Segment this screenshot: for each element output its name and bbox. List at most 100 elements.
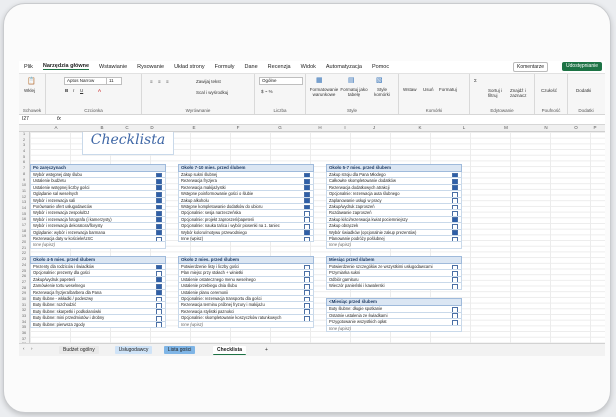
checklist-item-label: Przygotowanie wszystkich opłat <box>329 319 387 325</box>
conditional-format-icon[interactable]: ▦ <box>316 77 323 85</box>
column-header-K[interactable]: K <box>398 125 442 131</box>
column-header-I[interactable]: I <box>340 125 350 131</box>
column-header-M[interactable]: M <box>486 125 526 131</box>
sensitivity-button[interactable]: Czułość <box>541 88 557 93</box>
checklist-item-label: Plan miejsc przy stołach + winietki <box>181 270 243 276</box>
checklist-item-label: Buty ślubne: skarpetki i podkolanówki <box>33 308 102 314</box>
menu-plik[interactable]: Plik <box>24 64 33 70</box>
sum-icon[interactable]: Σ <box>474 78 477 83</box>
cell-styles-button[interactable]: Style komórki <box>369 87 395 97</box>
currency-icon[interactable]: $ ~ % <box>261 89 273 94</box>
checklist-title: Checklista <box>82 132 174 155</box>
tab-scroll-right-icon[interactable]: › <box>31 346 33 351</box>
other-item-note[interactable]: Inne (wpisz) <box>326 242 462 249</box>
checklist-item-label: Opcjonalnie: sesja narzeczeńska <box>181 210 241 216</box>
other-item-note[interactable]: Inne (wpisz) <box>30 242 166 249</box>
delete-button[interactable]: Usuń <box>423 87 434 92</box>
checklist-section: Miesiąc przed ślubem Potwierdzenie szczeg… <box>326 256 462 290</box>
paste-icon[interactable]: 📋 <box>27 78 36 86</box>
column-header-L[interactable]: L <box>442 125 486 131</box>
checklist-item-label: Wybór świadków (opcjonalnie zakup prezen… <box>329 229 417 235</box>
column-header-J[interactable]: J <box>350 125 398 131</box>
addins-label: Dodatki <box>578 108 594 113</box>
column-header-O[interactable]: O <box>566 125 586 131</box>
section-header: Po zaręczynach <box>30 164 166 172</box>
checklist-section: Po zaręczynach Wybór wstępnej daty ślubu U… <box>30 164 166 249</box>
row-numbers: 1 2 3 4 5 6 7 8 9 10 11 12 13 14 15 16 17 18 19 20 21 22 23 24 2… <box>19 132 30 343</box>
column-header-G[interactable]: G <box>260 125 300 131</box>
sheet-tab[interactable]: Budżet ogólny <box>59 346 99 354</box>
italic-icon[interactable]: I <box>73 88 74 93</box>
checklist-item-label: Opcjonalnie: prezenty dla gości <box>33 270 90 276</box>
checklist-item-label: Opcjonalnie: rezerwacja transportu dla g… <box>181 295 262 301</box>
font-color-icon[interactable]: A <box>98 88 101 93</box>
tab-scroll-left-icon[interactable]: ‹ <box>23 346 25 351</box>
menu-wstawianie[interactable]: Wstawianie <box>99 64 127 70</box>
worksheet-grid[interactable]: Checklista Po zaręczynach Wybór wstępnej … <box>30 132 605 343</box>
checklist-item-label: Ustalenie budżetu <box>33 178 66 184</box>
addins-button[interactable]: Dodatki <box>576 88 591 93</box>
bold-icon[interactable]: B <box>65 88 68 93</box>
checklist-item-label: Wybór i rezerwacja fotografa (i kamerzys… <box>33 216 112 222</box>
checkbox[interactable] <box>304 236 310 242</box>
format-table-icon[interactable]: ▤ <box>348 77 355 85</box>
column-header-D[interactable]: D <box>132 125 172 131</box>
font-size-select[interactable]: 11 <box>106 77 122 85</box>
column-header-H[interactable]: H <box>300 125 340 131</box>
column-header-E[interactable]: E <box>172 125 216 131</box>
menu-rysowanie[interactable]: Rysowanie <box>137 64 164 70</box>
wrap-text-button[interactable]: Zawijaj tekst <box>196 79 221 84</box>
sort-filter-button[interactable]: Sortuj i filtruj <box>488 88 508 98</box>
share-button[interactable]: Udostępnianie <box>562 62 602 71</box>
paste-label: Wklej <box>24 88 35 93</box>
column-header-P[interactable]: P <box>586 125 604 131</box>
column-header-F[interactable]: F <box>216 125 260 131</box>
checkbox[interactable] <box>156 322 162 327</box>
column-header-C[interactable]: C <box>122 125 132 131</box>
insert-button[interactable]: Wstaw <box>403 87 417 92</box>
sheet-tab[interactable]: Lista gości <box>163 346 196 354</box>
checkbox[interactable] <box>452 283 458 289</box>
number-format-select[interactable]: Ogólne <box>259 77 303 85</box>
tablet-frame: Plik Narzędzia główne Wstawianie Rysowanie U… <box>3 3 611 413</box>
checklist-item-label: Rezerwacja dodatkowych atrakcji <box>329 184 390 190</box>
menu-widok[interactable]: Widok <box>301 64 316 70</box>
fx-icon[interactable]: fx <box>57 115 61 124</box>
conditional-format-button[interactable]: Formatowanie warunkowe <box>308 87 340 97</box>
name-box[interactable]: I27 <box>22 115 29 124</box>
find-select-button[interactable]: Znajdź i zaznacz <box>510 88 532 98</box>
checklist-item-label: Buty ślubne - wkładki / podeszwy <box>33 295 94 301</box>
section-header: <Miesiąc przed ślubem <box>326 298 462 307</box>
sheet-tabs: ‹ › Budżet ogólny Usługodawcy Lista gości C… <box>19 343 605 356</box>
format-button[interactable]: Formatuj <box>439 87 457 92</box>
column-header-A[interactable]: A <box>30 125 82 131</box>
menu-recenzja[interactable]: Recenzja <box>268 64 291 70</box>
align-bottom-icon[interactable]: ≡ <box>166 79 169 84</box>
align-top-icon[interactable]: ≡ <box>150 79 153 84</box>
menu-dane[interactable]: Dane <box>245 64 258 70</box>
menu-formuły[interactable]: Formuły <box>215 64 235 70</box>
other-item-note[interactable]: Inne (wpisz) <box>178 321 314 328</box>
comments-button[interactable]: Komentarze <box>513 62 548 72</box>
add-sheet-button[interactable]: + <box>261 346 272 354</box>
align-middle-icon[interactable]: ≡ <box>158 79 161 84</box>
menu-pomoc[interactable]: Pomoc <box>372 64 389 70</box>
menu-układ-strony[interactable]: Układ strony <box>174 64 205 70</box>
checklist-item-label: Całkowite skompletowanie dodatków <box>329 178 396 184</box>
font-name-select[interactable]: Aptos Narrow <box>64 77 108 85</box>
cell-styles-icon[interactable]: ▧ <box>376 77 383 85</box>
format-table-button[interactable]: Formatuj jako tabelę <box>340 87 368 97</box>
formula-input[interactable] <box>69 116 601 123</box>
merge-center-button[interactable]: Scal i wyśrodkuj <box>196 90 228 95</box>
checklist-item-label: Odbiór garnituru <box>329 276 359 282</box>
column-header-B[interactable]: B <box>82 125 122 131</box>
column-header-N[interactable]: N <box>526 125 566 131</box>
sheet-tab[interactable]: Checklista <box>213 346 247 355</box>
sheet-tab[interactable]: Usługodawcy <box>114 346 153 354</box>
other-item-note[interactable]: Inne (wpisz) <box>326 325 462 332</box>
checklist-item-label: Potwierdzenie listy i liczby gości <box>181 264 240 269</box>
checklist-item-label: Rezerwacja fryzjera/barbera dla Pana <box>33 289 102 295</box>
underline-icon[interactable]: U <box>80 88 83 93</box>
menu-automatyzacja[interactable]: Automatyzacja <box>326 64 362 70</box>
menu-narzędzia-główne[interactable]: Narzędzia główne <box>42 63 90 70</box>
